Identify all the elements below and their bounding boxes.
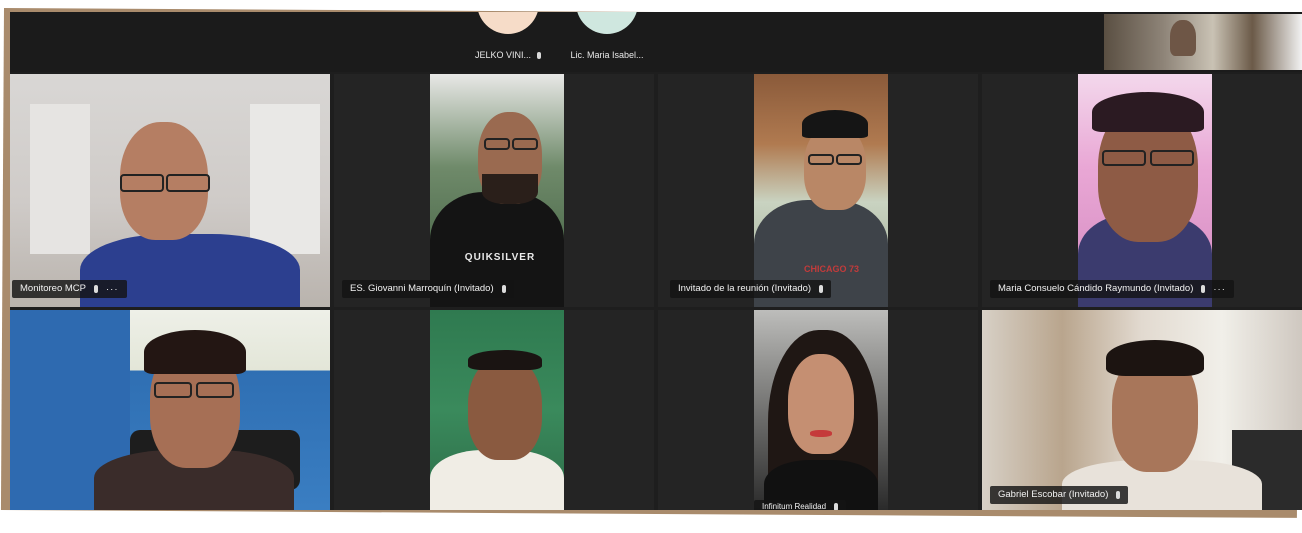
hair: [1092, 92, 1204, 132]
participant-name-tag: Infinitum Realidad: [754, 500, 847, 510]
participant-video: [430, 310, 564, 510]
participant-name-tag: ES. Giovanni Marroquín (Invitado): [342, 280, 514, 298]
wall-panel: [30, 104, 90, 254]
participant-name: Infinitum Realidad: [762, 502, 827, 510]
participant-tile[interactable]: [334, 310, 654, 510]
person-head: [788, 354, 854, 454]
self-view-video[interactable]: [1104, 14, 1302, 70]
participant-video: [10, 310, 330, 510]
participant-name: ES. Giovanni Marroquín (Invitado): [350, 283, 494, 294]
mic-icon: [1116, 491, 1121, 499]
participant-tile[interactable]: Gabriel Escobar (Invitado): [982, 310, 1302, 510]
glasses: [808, 154, 834, 165]
hair: [1106, 340, 1204, 376]
glasses: [154, 382, 192, 398]
glasses: [1102, 150, 1146, 166]
mic-icon: [501, 285, 506, 293]
mic-icon: [537, 52, 542, 60]
cap: [802, 110, 868, 138]
glasses: [166, 174, 210, 192]
mic-icon: [819, 285, 824, 293]
participant-tile[interactable]: Maria Consuelo Cándido Raymundo (Invitad…: [982, 74, 1302, 307]
avatar: [477, 12, 539, 34]
participant-name-tag: Gabriel Escobar (Invitado): [990, 486, 1129, 504]
participant-avatar-tile[interactable]: JELKO VINI...: [468, 12, 548, 72]
participant-name-label: Lic. Maria Isabel...: [562, 50, 652, 60]
video-meeting-gallery: JELKO VINI... Lic. Maria Isabel... Monit…: [10, 12, 1302, 510]
mic-icon: [94, 285, 98, 293]
participant-video: QUIKSILVER: [430, 74, 564, 307]
participant-tile[interactable]: Infinitum Realidad: [658, 310, 978, 510]
participant-name: JELKO VINI...: [474, 50, 532, 60]
participant-tile[interactable]: QUIKSILVER ES. Giovanni Marroquín (Invit…: [334, 74, 654, 307]
more-options-icon[interactable]: ···: [1213, 284, 1226, 295]
participant-video: [10, 74, 330, 307]
participant-video: CHICAGO 73: [754, 74, 888, 307]
participant-name-tag: Invitado de la reunión (Invitado): [670, 280, 832, 298]
glasses: [484, 138, 510, 150]
glasses: [120, 174, 164, 192]
participant-tile[interactable]: CHICAGO 73 Invitado de la reunión (Invit…: [658, 74, 978, 307]
hair: [144, 330, 246, 374]
top-participant-strip: JELKO VINI... Lic. Maria Isabel...: [10, 12, 1302, 72]
glasses: [196, 382, 234, 398]
participant-tile[interactable]: Monitoreo MCP ···: [10, 74, 330, 307]
glasses: [1150, 150, 1194, 166]
glasses: [512, 138, 538, 150]
avatar: [576, 12, 638, 34]
participant-video: [754, 310, 888, 510]
mic-icon: [1201, 285, 1206, 293]
participant-name-tag: Maria Consuelo Cándido Raymundo (Invitad…: [990, 280, 1234, 298]
wall-panel: [250, 104, 320, 254]
participant-video: [982, 310, 1302, 510]
glasses: [836, 154, 862, 165]
participant-video: [1078, 74, 1212, 307]
participant-name: Lic. Maria Isabel...: [570, 50, 644, 60]
participant-name: Gabriel Escobar (Invitado): [998, 489, 1109, 500]
hair: [468, 350, 542, 370]
participant-name: Maria Consuelo Cándido Raymundo (Invitad…: [998, 283, 1194, 294]
participant-avatar-tile[interactable]: Lic. Maria Isabel...: [562, 12, 652, 72]
participant-name: Monitoreo MCP: [20, 283, 86, 294]
more-options-icon[interactable]: ···: [106, 284, 119, 295]
beard: [482, 174, 538, 204]
shirt-logo-text: QUIKSILVER: [464, 252, 536, 263]
participant-name-tag: Monitoreo MCP ···: [12, 280, 127, 298]
lips: [810, 430, 832, 437]
person-head: [468, 356, 542, 460]
self-view-person: [1170, 20, 1196, 56]
mic-icon: [834, 503, 839, 510]
participant-tile[interactable]: [10, 310, 330, 510]
participant-name-label: JELKO VINI...: [468, 50, 548, 60]
shirt-logo-text: CHICAGO 73: [804, 264, 860, 274]
participant-name: Invitado de la reunión (Invitado): [678, 283, 812, 294]
